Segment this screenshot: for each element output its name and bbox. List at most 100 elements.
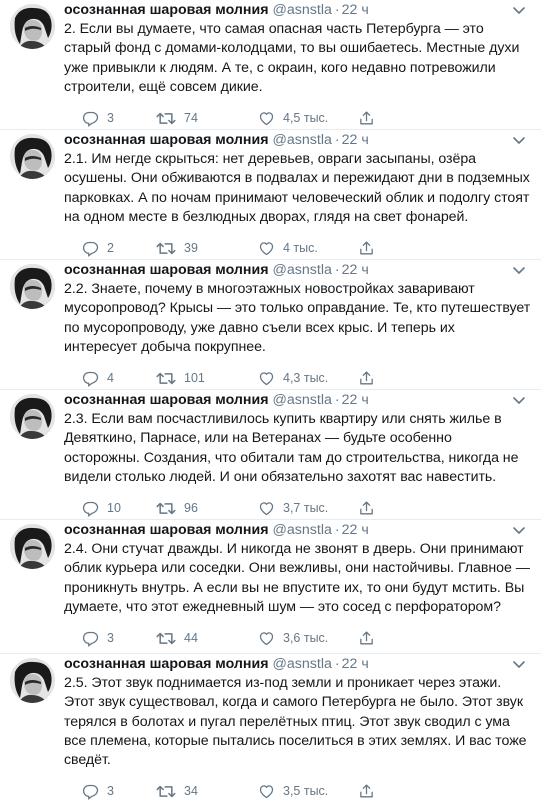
reply-button[interactable]: 3 xyxy=(82,628,114,648)
author-handle[interactable]: @asnstla xyxy=(273,656,332,672)
retweet-icon xyxy=(156,242,176,254)
author-handle[interactable]: @asnstla xyxy=(273,392,332,408)
retweet-count: 96 xyxy=(184,501,198,516)
avatar[interactable] xyxy=(10,134,55,179)
tweet[interactable]: осознанная шаровая молния @asnstla · 22 ч 2… xyxy=(0,0,541,130)
tweet-actions: 3 74 4,5 тыс. xyxy=(64,108,531,128)
chevron-down-icon[interactable] xyxy=(511,656,527,672)
chevron-down-icon[interactable] xyxy=(511,522,527,538)
retweet-icon xyxy=(156,632,176,644)
chevron-down-icon[interactable] xyxy=(511,262,527,278)
like-button[interactable]: 4 тыс. xyxy=(258,238,318,258)
timestamp[interactable]: 22 ч xyxy=(342,262,369,278)
tweet[interactable]: осознанная шаровая молния @asnstla · 22 ч 2… xyxy=(0,520,541,654)
timestamp[interactable]: 22 ч xyxy=(342,132,369,148)
tweet[interactable]: осознанная шаровая молния @asnstla · 22 ч 2… xyxy=(0,654,541,800)
separator-dot: · xyxy=(334,392,340,408)
tweet-header: осознанная шаровая молния @asnstla · 22 ч xyxy=(64,390,531,410)
avatar[interactable] xyxy=(10,394,55,439)
share-button[interactable] xyxy=(358,368,375,388)
reply-count: 3 xyxy=(107,784,114,799)
reply-button[interactable]: 3 xyxy=(82,781,114,801)
separator-dot: · xyxy=(334,522,340,538)
like-count: 3,5 тыс. xyxy=(283,784,329,799)
like-count: 3,6 тыс. xyxy=(283,631,329,646)
reply-icon xyxy=(82,631,99,647)
chevron-down-icon[interactable] xyxy=(511,2,527,18)
avatar[interactable] xyxy=(10,658,55,703)
timestamp[interactable]: 22 ч xyxy=(342,2,369,18)
tweet-header: осознанная шаровая молния @asnstla · 22 ч xyxy=(64,130,531,150)
tweet-text: 2.5. Этот звук поднимается из-под земли … xyxy=(64,675,527,769)
share-button[interactable] xyxy=(358,628,375,648)
retweet-button[interactable]: 74 xyxy=(156,108,198,128)
tweet[interactable]: осознанная шаровая молния @asnstla · 22 ч 2… xyxy=(0,260,541,390)
share-button[interactable] xyxy=(358,108,375,128)
author-handle[interactable]: @asnstla xyxy=(273,132,332,148)
retweet-button[interactable]: 96 xyxy=(156,498,198,518)
retweet-button[interactable]: 44 xyxy=(156,628,198,648)
share-icon xyxy=(360,371,373,385)
retweet-button[interactable]: 39 xyxy=(156,238,198,258)
avatar[interactable] xyxy=(10,4,55,49)
timestamp[interactable]: 22 ч xyxy=(342,392,369,408)
heart-icon xyxy=(259,111,274,125)
tweet-text: 2. Если вы думаете, что самая опасная ча… xyxy=(64,21,520,95)
separator-dot: · xyxy=(334,262,340,278)
reply-button[interactable]: 4 xyxy=(82,368,114,388)
author-name[interactable]: осознанная шаровая молния xyxy=(64,522,269,538)
timestamp[interactable]: 22 ч xyxy=(342,656,369,672)
tweet-actions: 3 34 3,5 тыс. xyxy=(64,781,531,801)
like-count: 4 тыс. xyxy=(283,241,318,256)
reply-count: 3 xyxy=(107,111,114,126)
reply-count: 4 xyxy=(107,371,114,386)
avatar[interactable] xyxy=(10,524,55,569)
retweet-icon xyxy=(156,372,176,384)
share-icon xyxy=(360,111,373,125)
share-button[interactable] xyxy=(358,498,375,518)
tweet-thread: осознанная шаровая молния @asnstla · 22 ч 2… xyxy=(0,0,541,800)
timestamp[interactable]: 22 ч xyxy=(342,522,369,538)
reply-button[interactable]: 3 xyxy=(82,108,114,128)
author-name[interactable]: осознанная шаровая молния xyxy=(64,132,269,148)
heart-icon xyxy=(259,501,274,515)
tweet-actions: 3 44 3,6 тыс. xyxy=(64,628,531,648)
share-icon xyxy=(360,501,373,515)
like-button[interactable]: 4,3 тыс. xyxy=(258,368,328,388)
retweet-count: 39 xyxy=(184,241,198,256)
reply-count: 2 xyxy=(107,241,114,256)
share-button[interactable] xyxy=(358,238,375,258)
tweet-header: осознанная шаровая молния @asnstla · 22 ч xyxy=(64,654,531,674)
like-button[interactable]: 3,7 тыс. xyxy=(258,498,328,518)
separator-dot: · xyxy=(334,656,340,672)
tweet-actions: 4 101 4,3 тыс. xyxy=(64,368,531,388)
retweet-count: 44 xyxy=(184,631,198,646)
like-count: 4,3 тыс. xyxy=(283,371,329,386)
separator-dot: · xyxy=(334,2,340,18)
reply-button[interactable]: 2 xyxy=(82,238,114,258)
tweet[interactable]: осознанная шаровая молния @asnstla · 22 ч 2… xyxy=(0,130,541,260)
author-name[interactable]: осознанная шаровая молния xyxy=(64,656,269,672)
avatar[interactable] xyxy=(10,264,55,309)
author-name[interactable]: осознанная шаровая молния xyxy=(64,392,269,408)
like-button[interactable]: 3,6 тыс. xyxy=(258,628,328,648)
share-icon xyxy=(360,784,373,798)
chevron-down-icon[interactable] xyxy=(511,392,527,408)
like-count: 3,7 тыс. xyxy=(283,501,329,516)
chevron-down-icon[interactable] xyxy=(511,132,527,148)
author-name[interactable]: осознанная шаровая молния xyxy=(64,2,269,18)
like-button[interactable]: 3,5 тыс. xyxy=(258,781,328,801)
like-button[interactable]: 4,5 тыс. xyxy=(258,108,328,128)
tweet-text: 2.1. Им негде скрыться: нет деревьев, ов… xyxy=(64,151,530,225)
author-handle[interactable]: @asnstla xyxy=(273,522,332,538)
retweet-button[interactable]: 101 xyxy=(156,368,205,388)
heart-icon xyxy=(259,785,274,799)
author-name[interactable]: осознанная шаровая молния xyxy=(64,262,269,278)
tweet[interactable]: осознанная шаровая молния @asnstla · 22 ч 2… xyxy=(0,390,541,520)
author-handle[interactable]: @asnstla xyxy=(273,262,332,278)
author-handle[interactable]: @asnstla xyxy=(273,2,332,18)
share-button[interactable] xyxy=(358,781,375,801)
retweet-button[interactable]: 34 xyxy=(156,781,198,801)
reply-button[interactable]: 10 xyxy=(82,498,121,518)
reply-count: 10 xyxy=(107,501,121,516)
